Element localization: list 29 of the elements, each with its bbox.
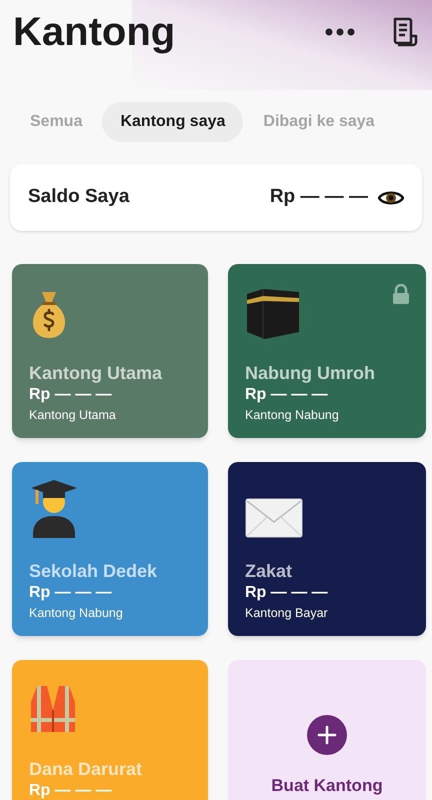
pocket-card[interactable]: Kantong Utama Rp — — — Kantong Utama [12,264,208,438]
pocket-name: Nabung Umroh [245,362,375,384]
pocket-name: Kantong Utama [29,362,162,384]
pocket-card[interactable]: Nabung Umroh Rp — — — Kantong Nabung [228,264,426,438]
eye-icon[interactable] [378,188,404,206]
create-pocket-button[interactable]: Buat Kantong [228,660,426,800]
pocket-name: Zakat [245,560,292,582]
page-title: Kantong [13,12,176,52]
pocket-card[interactable]: Sekolah Dedek Rp — — — Kantong Nabung [12,462,208,636]
pocket-amount: Rp — — — [245,385,328,405]
pocket-amount: Rp — — — [29,385,112,405]
pocket-type: Kantong Nabung [245,407,339,424]
pocket-name: Sekolah Dedek [29,560,158,582]
cube-icon [245,288,301,340]
balance-label: Saldo Saya [28,185,130,210]
pocket-amount: Rp — — — [29,781,112,800]
envelope-icon [245,498,303,538]
pocket-card[interactable]: Zakat Rp — — — Kantong Bayar [228,462,426,636]
balance-amount: Rp — — — [270,185,368,210]
pocket-type: Kantong Nabung [29,605,123,622]
graduate-icon [29,478,79,538]
pocket-name: Dana Darurat [29,758,142,780]
plus-icon [307,715,347,756]
more-icon[interactable] [324,27,356,37]
pocket-amount: Rp — — — [29,583,112,603]
pocket-amount: Rp — — — [245,583,328,603]
pocket-type: Kantong Utama [29,407,116,424]
tab[interactable]: Kantong saya [102,102,244,142]
pocket-type: Kantong Bayar [245,605,328,622]
